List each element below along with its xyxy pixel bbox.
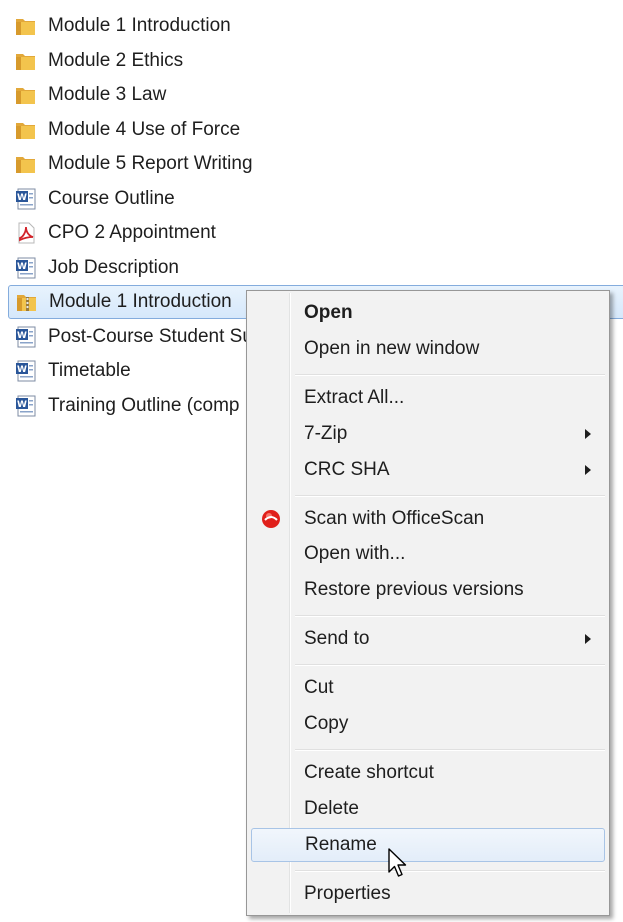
menu-separator — [295, 615, 605, 617]
submenu-arrow-icon — [585, 634, 591, 644]
file-item-folder[interactable]: Module 4 Use of Force — [8, 113, 240, 147]
menu-item-label: Create shortcut — [304, 762, 434, 783]
menu-item-cut[interactable]: Cut — [251, 671, 605, 705]
menu-item-label: Restore previous versions — [304, 579, 524, 600]
file-item-folder[interactable]: Module 5 Report Writing — [8, 147, 253, 181]
file-item-label: CPO 2 Appointment — [48, 222, 216, 243]
file-item-folder[interactable]: Module 1 Introduction — [8, 9, 231, 43]
folder-icon — [16, 123, 35, 139]
svg-text:W: W — [17, 400, 27, 410]
word-document-icon: W — [16, 395, 36, 417]
officescan-icon — [262, 510, 280, 528]
menu-item-label: Rename — [305, 834, 377, 855]
menu-item-label: Send to — [304, 628, 370, 649]
file-item-document[interactable]: W Post-Course Student Su — [8, 320, 253, 354]
menu-item-label: Properties — [304, 883, 391, 904]
menu-item-crc-sha[interactable]: CRC SHA — [251, 453, 605, 487]
menu-item-label: 7-Zip — [304, 423, 348, 444]
svg-text:W: W — [17, 365, 27, 375]
menu-item-scan-officescan[interactable]: Scan with OfficeScan — [251, 502, 605, 536]
menu-item-label: Scan with OfficeScan — [304, 508, 485, 529]
file-item-document[interactable]: W Timetable — [8, 354, 131, 388]
file-item-folder[interactable]: Module 2 Ethics — [8, 44, 183, 78]
folder-icon — [16, 88, 35, 104]
menu-item-delete[interactable]: Delete — [251, 792, 605, 826]
menu-separator — [295, 870, 605, 872]
file-item-label: Course Outline — [48, 188, 175, 209]
file-item-label: Module 4 Use of Force — [48, 119, 241, 140]
menu-separator — [295, 495, 605, 497]
menu-item-extract-all[interactable]: Extract All... — [251, 381, 605, 415]
file-item-label: Module 1 Introduction — [49, 291, 232, 312]
file-item-label: Job Description — [48, 257, 179, 278]
file-item-label: Timetable — [48, 360, 131, 381]
file-item-document[interactable]: W Training Outline (comp — [8, 389, 239, 423]
menu-item-7zip[interactable]: 7-Zip — [251, 417, 605, 451]
menu-item-open-new-window[interactable]: Open in new window — [251, 332, 605, 366]
file-item-label: Module 1 Introduction — [48, 15, 231, 36]
pdf-icon — [18, 222, 35, 244]
menu-item-open[interactable]: Open — [251, 296, 605, 330]
svg-text:W: W — [17, 193, 27, 203]
file-item-label: Module 3 Law — [48, 84, 167, 105]
file-item-document[interactable]: W Course Outline — [8, 182, 175, 216]
menu-separator — [295, 749, 605, 751]
file-item-label: Module 2 Ethics — [48, 50, 184, 71]
menu-item-label: Copy — [304, 713, 349, 734]
menu-item-rename[interactable]: Rename — [251, 828, 605, 862]
menu-item-label: Open — [304, 302, 353, 323]
file-item-label: Training Outline (comp — [48, 395, 240, 416]
menu-item-restore-versions[interactable]: Restore previous versions — [251, 573, 605, 607]
menu-item-label: Open with... — [304, 543, 406, 564]
svg-text:W: W — [17, 331, 27, 341]
folder-icon — [16, 157, 35, 173]
menu-item-label: Open in new window — [304, 338, 480, 359]
menu-item-label: CRC SHA — [304, 459, 390, 480]
word-document-icon: W — [16, 188, 36, 210]
menu-item-open-with[interactable]: Open with... — [251, 537, 605, 571]
word-document-icon: W — [16, 326, 36, 348]
context-menu: Open Open in new window Extract All... 7… — [246, 290, 610, 916]
submenu-arrow-icon — [585, 465, 591, 475]
folder-icon — [16, 54, 35, 70]
submenu-arrow-icon — [585, 429, 591, 439]
menu-separator — [295, 664, 605, 666]
folder-icon — [16, 19, 35, 35]
word-document-icon: W — [16, 360, 36, 382]
menu-item-properties[interactable]: Properties — [251, 877, 605, 911]
menu-item-create-shortcut[interactable]: Create shortcut — [251, 756, 605, 790]
zip-folder-icon — [17, 295, 36, 311]
file-item-label: Module 5 Report Writing — [48, 153, 253, 174]
menu-item-send-to[interactable]: Send to — [251, 622, 605, 656]
svg-text:W: W — [17, 262, 27, 272]
menu-item-copy[interactable]: Copy — [251, 707, 605, 741]
menu-item-label: Extract All... — [304, 387, 405, 408]
file-item-document[interactable]: CPO 2 Appointment — [8, 216, 216, 250]
file-item-folder[interactable]: Module 3 Law — [8, 78, 166, 112]
word-document-icon: W — [16, 257, 36, 279]
file-item-document[interactable]: W Job Description — [8, 251, 179, 285]
menu-item-label: Cut — [304, 677, 334, 698]
menu-separator — [295, 374, 605, 376]
mouse-cursor-icon — [388, 848, 407, 877]
menu-item-label: Delete — [304, 798, 359, 819]
file-item-label: Post-Course Student Su — [48, 326, 253, 347]
